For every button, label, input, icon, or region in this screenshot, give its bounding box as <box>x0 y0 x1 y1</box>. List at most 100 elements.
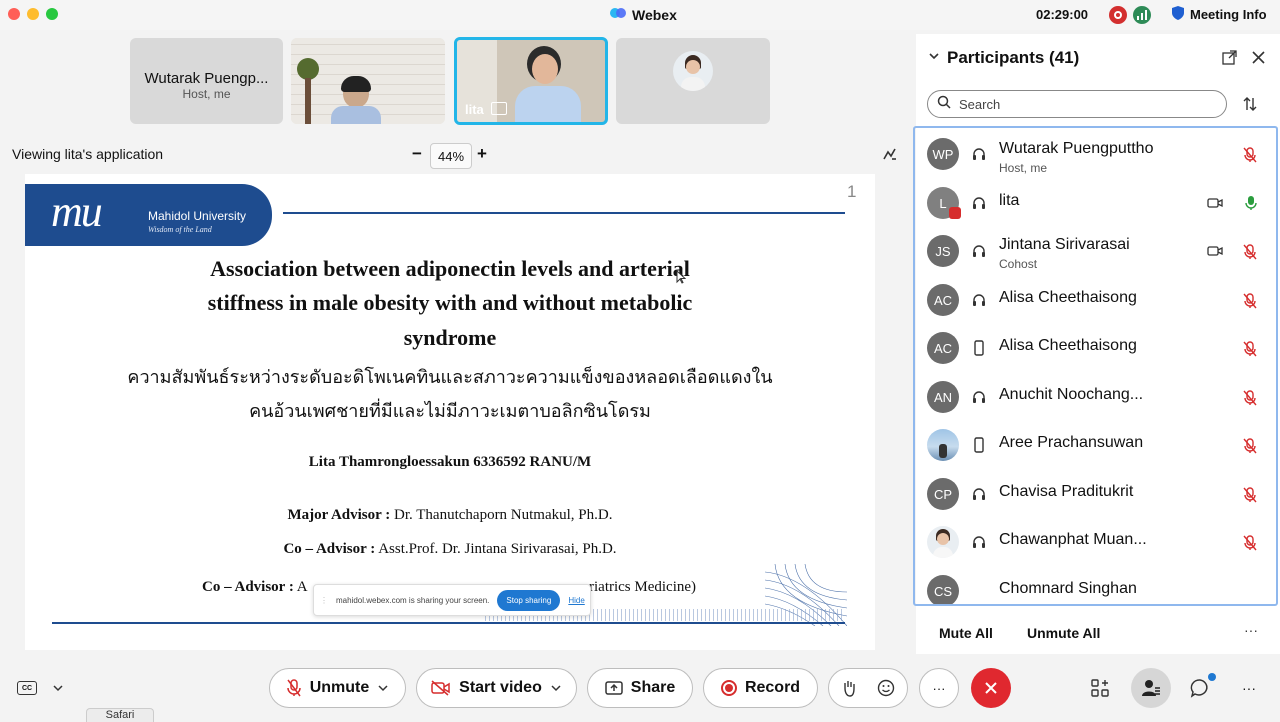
chevron-down-icon[interactable] <box>377 683 389 693</box>
sort-icon[interactable] <box>1242 96 1258 117</box>
start-video-button[interactable]: Start video <box>416 668 577 708</box>
video-camera-icon[interactable] <box>1207 197 1223 209</box>
avatar: AC <box>927 284 959 316</box>
close-panel-icon[interactable] <box>1252 51 1265 69</box>
participant-row[interactable]: Aree Prachansuwan <box>915 421 1276 469</box>
mic-muted-icon[interactable] <box>1243 293 1257 309</box>
collapse-panel-chevron-icon[interactable] <box>928 50 940 69</box>
drag-handle-icon[interactable]: ⋮ <box>320 596 328 605</box>
mic-muted-icon[interactable] <box>1243 244 1257 260</box>
video-tile-participant[interactable] <box>291 38 445 124</box>
headset-icon <box>973 245 985 257</box>
pop-out-icon[interactable] <box>1222 50 1237 70</box>
unmute-button[interactable]: Unmute <box>269 668 406 708</box>
sharing-banner-text: mahidol.webex.com is sharing your screen… <box>336 595 490 605</box>
avatar: WP <box>927 138 959 170</box>
headset-icon <box>973 197 985 209</box>
unmute-all-button[interactable]: Unmute All <box>1027 625 1100 641</box>
meeting-timer: 02:29:00 <box>1036 7 1089 22</box>
footer-rule <box>52 622 845 624</box>
co-advisor-label: Co – Advisor : <box>283 541 376 557</box>
video-off-icon <box>431 680 450 696</box>
participant-row[interactable]: WP Wutarak Puengputtho Host, me <box>915 130 1276 178</box>
participant-name: Wutarak Puengputtho <box>999 140 1154 157</box>
chevron-down-icon[interactable] <box>550 683 562 693</box>
more-options-button[interactable]: ··· <box>1244 622 1258 638</box>
unread-badge <box>1208 673 1216 681</box>
webex-logo-icon <box>610 6 626 23</box>
mic-muted-icon[interactable] <box>1243 535 1257 551</box>
participant-role: Cohost <box>999 257 1038 271</box>
record-button[interactable]: Record <box>703 668 818 708</box>
slide-co-advisor-2: Co – Advisor : A <box>202 579 308 596</box>
share-button[interactable]: Share <box>587 668 693 708</box>
co-advisor-2-suffix: riatrics Medicine) <box>589 579 697 595</box>
meeting-info-button[interactable]: Meeting Info <box>1172 6 1267 23</box>
more-controls-button[interactable]: ··· <box>919 668 959 708</box>
participant-row[interactable]: CS Chomnard Singhan <box>915 567 1276 604</box>
video-tile-host[interactable]: Wutarak Puengp... Host, me <box>130 38 283 124</box>
header-rule <box>283 212 845 214</box>
unmute-label: Unmute <box>309 679 370 696</box>
participant-row[interactable]: AC Alisa Cheethaisong <box>915 276 1276 324</box>
raise-hand-icon[interactable] <box>841 679 857 697</box>
slide-major-advisor: Major Advisor : Dr. Thanutchaporn Nutmak… <box>25 507 875 524</box>
chevron-down-icon[interactable] <box>52 683 64 693</box>
mic-muted-icon[interactable] <box>1243 390 1257 406</box>
zoom-in-button[interactable]: + <box>477 144 487 164</box>
mic-muted-icon[interactable] <box>1243 438 1257 454</box>
zoom-level-field[interactable]: 44% <box>430 143 472 169</box>
avatar <box>927 429 959 461</box>
mouse-cursor-icon <box>676 269 687 289</box>
minimize-window-button[interactable] <box>27 8 39 20</box>
stop-sharing-button[interactable]: Stop sharing <box>497 589 561 611</box>
more-panels-button[interactable]: ··· <box>1242 680 1256 696</box>
recording-indicator-icon[interactable] <box>1109 6 1127 24</box>
participant-row[interactable]: CP Chavisa Praditukrit <box>915 470 1276 518</box>
annotate-icon[interactable] <box>883 147 897 166</box>
mic-muted-icon[interactable] <box>1243 341 1257 357</box>
video-tile-active-speaker[interactable]: lita <box>454 37 608 125</box>
participant-row[interactable]: AC Alisa Cheethaisong <box>915 324 1276 372</box>
participant-hair-image <box>341 76 371 92</box>
hide-banner-link[interactable]: Hide <box>568 596 584 605</box>
mute-all-button[interactable]: Mute All <box>939 625 993 641</box>
mic-muted-icon[interactable] <box>1243 147 1257 163</box>
closed-captions-icon[interactable]: CC <box>17 681 37 695</box>
participant-row[interactable]: JS Jintana Sirivarasai Cohost <box>915 227 1276 275</box>
video-camera-icon[interactable] <box>1207 245 1223 257</box>
co-advisor-2-prefix: A <box>296 579 308 595</box>
slide-title-line-2: stiffness in male obesity with and witho… <box>207 290 693 315</box>
shield-icon <box>1172 6 1184 23</box>
major-advisor-label: Major Advisor : <box>287 507 391 523</box>
dock-tooltip: Safari <box>86 708 154 722</box>
headset-icon <box>973 391 985 403</box>
share-screen-icon <box>605 681 623 695</box>
zoom-out-button[interactable]: − <box>412 144 422 164</box>
network-health-icon[interactable] <box>1133 6 1151 24</box>
record-label: Record <box>744 679 801 696</box>
co-advisor-2-label: Co – Advisor : <box>202 579 294 595</box>
record-icon <box>720 680 737 696</box>
chat-button[interactable] <box>1190 678 1210 703</box>
video-tile-avatar[interactable] <box>616 38 770 124</box>
apps-icon[interactable] <box>1091 679 1109 697</box>
mic-active-icon[interactable] <box>1245 195 1257 211</box>
emoji-reaction-icon[interactable] <box>877 679 895 697</box>
leave-meeting-button[interactable] <box>971 668 1011 708</box>
participants-toggle-button[interactable] <box>1131 668 1171 708</box>
participant-search-input[interactable]: Search <box>927 90 1227 118</box>
mic-muted-icon[interactable] <box>1243 487 1257 503</box>
logo-script: mu <box>51 187 103 236</box>
participant-row[interactable]: L lita <box>915 179 1276 227</box>
participant-name: Chavisa Praditukrit <box>999 483 1134 500</box>
zoom-window-button[interactable] <box>46 8 58 20</box>
slide-title-line-1: Association between adiponectin levels a… <box>210 256 690 281</box>
headset-icon <box>973 536 985 548</box>
participant-row[interactable]: AN Anuchit Noochang... <box>915 373 1276 421</box>
close-window-button[interactable] <box>8 8 20 20</box>
screen-sharing-banner: ⋮ mahidol.webex.com is sharing your scre… <box>313 584 591 616</box>
logo-tagline: Wisdom of the Land <box>148 225 212 234</box>
participant-row[interactable]: Chawanphat Muan... <box>915 518 1276 566</box>
avatar: AC <box>927 332 959 364</box>
